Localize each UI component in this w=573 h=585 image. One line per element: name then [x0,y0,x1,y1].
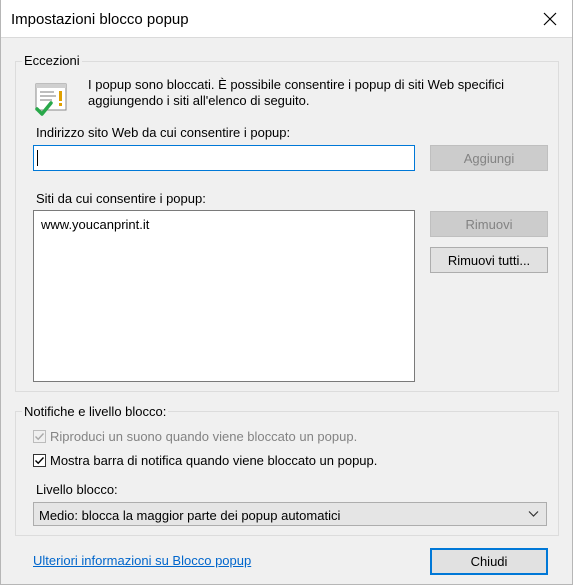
play-sound-checkbox[interactable] [33,430,46,443]
address-label: Indirizzo sito Web da cui consentire i p… [36,125,291,140]
block-level-select[interactable]: Medio: blocca la maggior parte dei popup… [33,502,547,526]
window-close-button[interactable] [527,0,573,38]
close-button[interactable]: Chiudi [430,548,548,575]
close-icon [543,12,557,26]
allowed-sites-label: Siti da cui consentire i popup: [36,191,206,206]
title-bar: Impostazioni blocco popup [0,0,573,38]
show-bar-option[interactable]: Mostra barra di notifica quando viene bl… [33,453,377,468]
remove-button[interactable]: Rimuovi [430,211,548,237]
popup-info-icon [34,81,72,119]
play-sound-option[interactable]: Riproduci un suono quando viene bloccato… [33,429,357,444]
window-title: Impostazioni blocco popup [11,11,189,28]
notifications-legend: Notifiche e livello blocco: [22,404,169,419]
address-input[interactable] [33,145,415,171]
info-text-line1: I popup sono bloccati. È possibile conse… [88,77,504,92]
more-info-link[interactable]: Ulteriori informazioni su Blocco popup [33,553,251,568]
block-level-value: Medio: blocca la maggior parte dei popup… [39,508,341,523]
list-item[interactable]: www.youcanprint.it [41,217,149,232]
block-level-label: Livello blocco: [36,482,118,497]
chevron-down-icon [528,511,539,517]
play-sound-label: Riproduci un suono quando viene bloccato… [50,429,358,444]
exceptions-legend: Eccezioni [22,53,82,68]
checkmark-icon [35,457,45,465]
show-bar-label: Mostra barra di notifica quando viene bl… [50,453,378,468]
allowed-sites-list[interactable]: www.youcanprint.it [33,210,415,382]
show-bar-checkbox[interactable] [33,454,46,467]
add-button[interactable]: Aggiungi [430,145,548,171]
checkmark-icon [35,433,45,441]
text-caret [37,150,38,166]
info-text-line2: aggiungendo i siti all'elenco di seguito… [88,93,310,108]
remove-all-button[interactable]: Rimuovi tutti... [430,247,548,273]
